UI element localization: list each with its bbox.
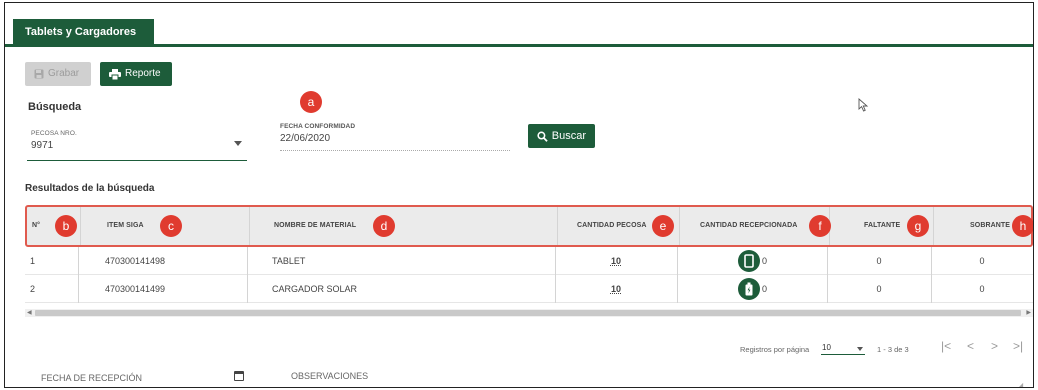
pager-range: 1 - 3 de 3 <box>877 345 909 354</box>
cell-cantidad-recepcionada: 0 <box>762 256 768 266</box>
fecha-recepcion-field[interactable]: FECHA DE RECEPCIÓN <box>35 363 250 387</box>
fecha-conformidad-field[interactable]: FECHA CONFORMIDAD 22/06/2020 <box>280 123 510 151</box>
next-page-button[interactable]: > <box>991 339 998 353</box>
per-page-value: 10 <box>822 343 831 352</box>
annotation-marker-d: d <box>373 215 395 237</box>
search-button[interactable]: Buscar <box>528 124 595 148</box>
fecha-recepcion-label: FECHA DE RECEPCIÓN <box>41 373 143 383</box>
save-button-label: Grabar <box>48 68 80 79</box>
search-section-title: Búsqueda <box>28 101 82 113</box>
col-header-faltante[interactable]: FALTANTE <box>864 207 900 245</box>
tab-tablets-cargadores[interactable]: Tablets y Cargadores <box>13 19 155 46</box>
col-header-item-siga[interactable]: ITEM SIGA <box>107 207 144 245</box>
cell-item-siga: 470300141498 <box>105 256 166 266</box>
col-header-nombre-material[interactable]: NOMBRE DE MATERIAL <box>274 207 356 245</box>
pecosa-select[interactable]: PECOSA NRO. 9971 <box>27 129 247 161</box>
results-table: N° ITEM SIGA NOMBRE DE MATERIAL CANTIDAD… <box>25 205 1033 311</box>
search-button-label: Buscar <box>551 130 586 142</box>
col-header-cantidad-recepcionada[interactable]: CANTIDAD RECEPCIONADA <box>700 207 797 245</box>
cell-sobrante: 0 <box>979 256 985 266</box>
horizontal-scrollbar[interactable]: ◀ ▶ <box>25 309 1033 317</box>
col-header-sobrante[interactable]: SOBRANTE <box>970 207 1010 245</box>
floppy-icon <box>34 69 44 79</box>
cell-sobrante: 0 <box>979 284 985 294</box>
annotation-marker-e: e <box>652 215 674 237</box>
cell-n: 1 <box>30 256 36 266</box>
scroll-right-icon[interactable]: ▶ <box>1026 309 1031 317</box>
pecosa-label: PECOSA NRO. <box>31 130 77 137</box>
cell-cantidad-pecosa[interactable]: 10 <box>555 247 677 275</box>
first-page-button[interactable]: |< <box>941 339 951 353</box>
cell-cantidad-pecosa[interactable]: 10 <box>555 275 677 303</box>
cell-faltante: 0 <box>876 284 882 294</box>
chevron-down-icon <box>857 347 863 351</box>
results-section-title: Resultados de la búsqueda <box>25 183 155 194</box>
cell-n: 2 <box>30 284 36 294</box>
table-header: N° ITEM SIGA NOMBRE DE MATERIAL CANTIDAD… <box>25 205 1033 247</box>
cell-nombre-material: CARGADOR SOLAR <box>272 284 358 294</box>
observaciones-label: OBSERVACIONES <box>291 371 369 381</box>
prev-page-button[interactable]: < <box>967 339 974 353</box>
battery-icon[interactable] <box>738 278 760 300</box>
annotation-marker-h: h <box>1012 215 1033 237</box>
cell-nombre-material: TABLET <box>272 256 306 266</box>
pecosa-value: 9971 <box>31 140 54 151</box>
table-row[interactable]: 2 470300141499 CARGADOR SOLAR 10 0 0 0 <box>25 275 1033 303</box>
textarea-resize-icon[interactable]: ◢ <box>1017 381 1023 387</box>
cell-faltante: 0 <box>876 256 882 266</box>
printer-icon <box>109 68 121 80</box>
annotation-marker-f: f <box>809 215 831 237</box>
report-button-label: Reporte <box>125 68 161 79</box>
per-page-label: Registros por página <box>740 345 810 354</box>
tablet-icon[interactable] <box>738 250 760 272</box>
annotation-marker-b: b <box>55 215 77 237</box>
report-button[interactable]: Reporte <box>100 62 172 86</box>
calendar-icon[interactable] <box>234 371 244 381</box>
fecha-conformidad-label: FECHA CONFORMIDAD <box>280 123 356 130</box>
search-icon <box>537 131 548 142</box>
annotation-marker-g: g <box>907 215 929 237</box>
cell-item-siga: 470300141499 <box>105 284 166 294</box>
save-button[interactable]: Grabar <box>25 62 91 86</box>
last-page-button[interactable]: >| <box>1013 339 1023 353</box>
fecha-conformidad-value: 22/06/2020 <box>280 133 331 144</box>
scrollbar-thumb[interactable] <box>35 310 1021 316</box>
col-header-n[interactable]: N° <box>32 207 40 245</box>
tab-bar: Tablets y Cargadores <box>5 3 1033 47</box>
cell-cantidad-recepcionada: 0 <box>762 284 768 294</box>
annotation-marker-a: a <box>300 91 322 113</box>
mouse-cursor-icon <box>858 98 869 112</box>
app-window: Tablets y Cargadores Grabar Reporte Búsq… <box>4 2 1034 388</box>
annotation-marker-c: c <box>160 215 182 237</box>
scroll-left-icon[interactable]: ◀ <box>27 309 32 317</box>
per-page-select[interactable]: 10 <box>821 343 865 355</box>
col-header-cantidad-pecosa[interactable]: CANTIDAD PECOSA <box>577 207 647 245</box>
chevron-down-icon <box>234 141 242 146</box>
table-row[interactable]: 1 470300141498 TABLET 10 0 0 0 <box>25 247 1033 275</box>
